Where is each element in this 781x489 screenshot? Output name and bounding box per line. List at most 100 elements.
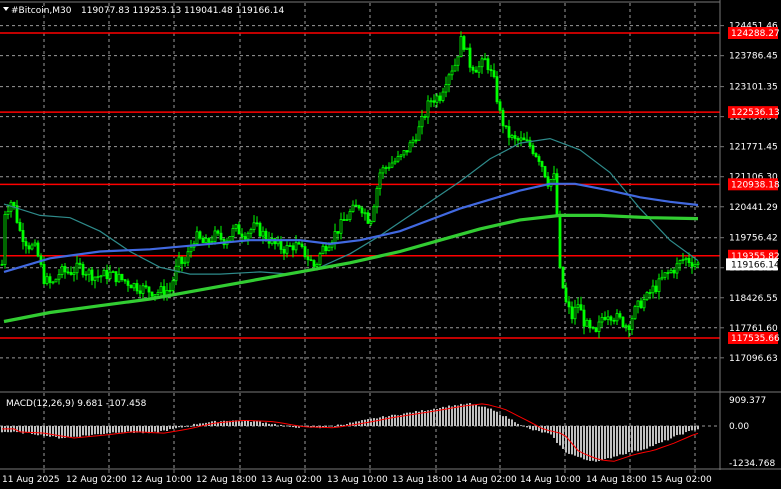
macd-bar xyxy=(679,426,681,435)
macd-bar xyxy=(652,426,654,447)
candle xyxy=(54,278,58,283)
macd-bar xyxy=(244,420,246,426)
candle xyxy=(198,230,202,240)
price-tick-label: 121771.45 xyxy=(729,143,778,153)
time-tick-label: 14 Aug 18:00 xyxy=(586,475,647,485)
svg-text:117535.66: 117535.66 xyxy=(731,334,780,344)
time-tick-label: 11 Aug 2025 xyxy=(2,475,60,485)
macd-bar xyxy=(88,426,90,436)
macd-bar xyxy=(673,426,675,437)
macd-bar xyxy=(112,426,114,433)
candle xyxy=(633,304,637,320)
price-tick-label: 117096.63 xyxy=(729,354,778,364)
price-tick-label: 123786.45 xyxy=(729,52,778,62)
macd-bar xyxy=(85,426,87,436)
macd-bar xyxy=(493,410,495,426)
macd-bar xyxy=(460,403,462,426)
macd-bar xyxy=(190,425,192,427)
macd-bar xyxy=(388,416,390,426)
macd-bar xyxy=(676,426,678,436)
candle xyxy=(258,221,262,238)
candle xyxy=(594,326,598,333)
macd-bar xyxy=(613,426,615,457)
macd-bar xyxy=(154,426,156,432)
macd-bar xyxy=(163,426,165,431)
price-tick-label: 118426.55 xyxy=(729,294,778,304)
macd-bar xyxy=(637,426,639,452)
macd-bar xyxy=(490,408,492,426)
macd-bar xyxy=(643,426,645,450)
macd-bar xyxy=(43,426,45,437)
macd-bar xyxy=(241,421,243,426)
macd-bar xyxy=(511,419,513,426)
svg-text:119166.14: 119166.14 xyxy=(731,260,780,270)
macd-bar xyxy=(634,426,636,451)
macd-bar xyxy=(265,422,267,426)
macd-bar xyxy=(688,426,690,432)
macd-title: MACD(12,26,9) 9.681 -107.458 xyxy=(6,399,147,409)
macd-bar xyxy=(424,411,426,426)
macd-bar xyxy=(223,420,225,426)
macd-bar xyxy=(607,426,609,459)
macd-bar xyxy=(274,423,276,426)
macd-bar xyxy=(172,426,174,429)
macd-bar xyxy=(109,426,111,434)
macd-bar xyxy=(271,424,273,426)
time-tick-label: 12 Aug 18:00 xyxy=(196,475,257,485)
time-tick-label: 14 Aug 02:00 xyxy=(456,475,517,485)
macd-bar xyxy=(466,403,468,426)
macd-bar xyxy=(604,426,606,459)
macd-bar xyxy=(532,426,534,431)
macd-bar xyxy=(70,426,72,437)
macd-tick-label: -1234.768 xyxy=(729,459,775,469)
macd-bar xyxy=(115,426,117,433)
macd-bar xyxy=(535,426,537,431)
macd-bar xyxy=(481,406,483,426)
macd-bar xyxy=(454,405,456,426)
trading-chart[interactable]: 124451.46123786.45123101.35122436.341217… xyxy=(0,0,781,489)
macd-bar xyxy=(430,409,432,426)
price-tick-label: 123101.35 xyxy=(729,83,778,93)
macd-bar xyxy=(577,426,579,457)
macd-bar xyxy=(496,411,498,426)
macd-bar xyxy=(670,426,672,439)
macd-bar xyxy=(625,426,627,455)
macd-bar xyxy=(250,421,252,426)
macd-bar xyxy=(616,426,618,457)
macd-bar xyxy=(487,408,489,426)
time-tick-label: 14 Aug 10:00 xyxy=(520,475,581,485)
macd-bar xyxy=(565,426,567,453)
candle xyxy=(228,236,232,242)
macd-bar xyxy=(325,426,327,427)
candle xyxy=(558,210,562,270)
candle xyxy=(543,165,547,179)
macd-bar xyxy=(97,426,99,435)
macd-bar xyxy=(574,426,576,456)
level-price-tag: 120938.18 xyxy=(728,178,780,191)
macd-bar xyxy=(697,426,699,430)
macd-bar xyxy=(253,421,255,426)
macd-bar xyxy=(256,421,258,426)
macd-bar xyxy=(550,426,552,435)
candle xyxy=(561,266,565,289)
macd-bar xyxy=(286,425,288,427)
macd-bar xyxy=(157,426,159,433)
macd-bar xyxy=(529,426,531,430)
macd-bar xyxy=(406,412,408,426)
macd-bar xyxy=(499,414,501,426)
macd-bar xyxy=(394,414,396,426)
macd-bar xyxy=(646,426,648,449)
macd-bar xyxy=(199,423,201,426)
macd-bar xyxy=(556,426,558,443)
macd-bar xyxy=(184,426,186,427)
candle xyxy=(465,47,469,50)
time-tick-label: 15 Aug 02:00 xyxy=(651,475,712,485)
macd-bar xyxy=(376,418,378,426)
macd-bar xyxy=(259,421,261,426)
macd-bar xyxy=(571,426,573,455)
svg-text:120938.18: 120938.18 xyxy=(731,180,780,190)
macd-bar xyxy=(121,426,123,433)
macd-bar xyxy=(694,426,696,431)
macd-bar xyxy=(49,426,51,437)
macd-bar xyxy=(238,420,240,426)
